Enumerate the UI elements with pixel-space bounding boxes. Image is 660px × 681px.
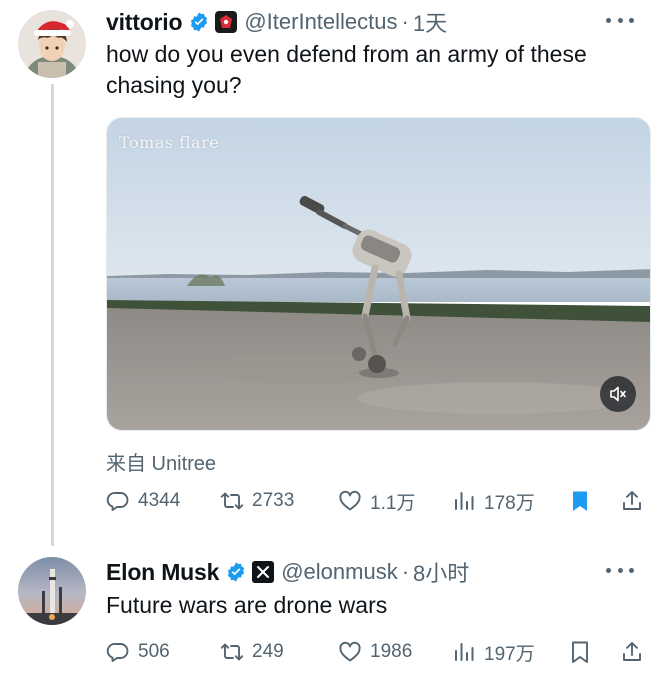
views-icon <box>455 492 474 510</box>
views-icon <box>455 643 474 661</box>
avatar[interactable] <box>18 557 86 625</box>
repost-icon <box>220 643 244 661</box>
x-logo-icon <box>252 561 275 583</box>
affiliate-badge-icon <box>215 11 238 33</box>
thread-line <box>51 84 54 546</box>
author-handle[interactable]: @elonmusk <box>281 559 398 585</box>
share-button[interactable] <box>620 640 644 664</box>
tweet-text: Future wars are drone wars <box>106 592 388 618</box>
reply-count: 4344 <box>138 490 181 511</box>
heart-icon <box>339 490 361 511</box>
tweet-header: vittorio @IterIntellectus · 1天 <box>106 7 447 37</box>
tweet-vittorio[interactable]: vittorio @IterIntellectus · 1天 how do yo… <box>0 0 660 546</box>
share-icon <box>623 491 641 510</box>
tweet-header: Elon Musk @elonmusk · 8小时 <box>106 557 469 587</box>
bookmark-filled-icon <box>573 491 587 511</box>
reply-button[interactable]: 506 <box>106 640 170 664</box>
view-count: 178万 <box>484 492 535 514</box>
repost-count: 2733 <box>252 490 295 511</box>
like-count: 1.1万 <box>370 492 416 514</box>
repost-icon <box>220 492 244 510</box>
video-player[interactable]: Tomas flare <box>106 117 651 431</box>
share-button[interactable] <box>620 489 644 513</box>
more-options-icon[interactable] <box>606 18 634 26</box>
bookmark-button[interactable] <box>568 640 592 664</box>
author-name[interactable]: Elon Musk <box>106 559 219 586</box>
views-button[interactable]: 197万 <box>452 639 535 666</box>
author-name[interactable]: vittorio <box>106 9 183 36</box>
verified-badge-icon <box>228 562 245 582</box>
verified-badge-icon <box>191 12 208 32</box>
repost-count: 249 <box>252 641 284 662</box>
video-frame <box>107 118 650 430</box>
tweet-source: 来自 Unitree <box>106 453 217 475</box>
reply-count: 506 <box>138 641 170 662</box>
separator-dot: · <box>401 9 409 34</box>
view-count: 197万 <box>484 643 535 665</box>
tweet-time[interactable]: 1天 <box>413 6 447 38</box>
reply-icon <box>106 492 129 511</box>
tweet-text: how do you even defend from an army of t… <box>106 41 587 98</box>
like-button[interactable]: 1986 <box>338 640 412 664</box>
like-count: 1986 <box>370 641 413 662</box>
like-button[interactable]: 1.1万 <box>338 488 415 515</box>
avatar[interactable] <box>18 10 86 78</box>
repost-button[interactable]: 2733 <box>220 489 294 513</box>
separator-dot: · <box>401 559 410 584</box>
bookmark-icon <box>572 641 588 663</box>
views-button[interactable]: 178万 <box>452 488 535 515</box>
tweet-time[interactable]: 8小时 <box>413 556 469 588</box>
bookmark-button[interactable] <box>568 489 592 513</box>
reply-icon <box>106 643 129 662</box>
video-watermark: Tomas flare <box>119 133 220 152</box>
share-icon <box>623 642 641 661</box>
heart-icon <box>339 641 361 662</box>
mute-icon[interactable] <box>600 376 636 412</box>
author-handle[interactable]: @IterIntellectus <box>244 9 397 35</box>
tweet-elon-musk[interactable]: Elon Musk @elonmusk · 8小时 Future wars ar… <box>0 545 660 681</box>
repost-button[interactable]: 249 <box>220 640 284 664</box>
reply-button[interactable]: 4344 <box>106 489 180 513</box>
more-options-icon[interactable] <box>606 568 634 576</box>
